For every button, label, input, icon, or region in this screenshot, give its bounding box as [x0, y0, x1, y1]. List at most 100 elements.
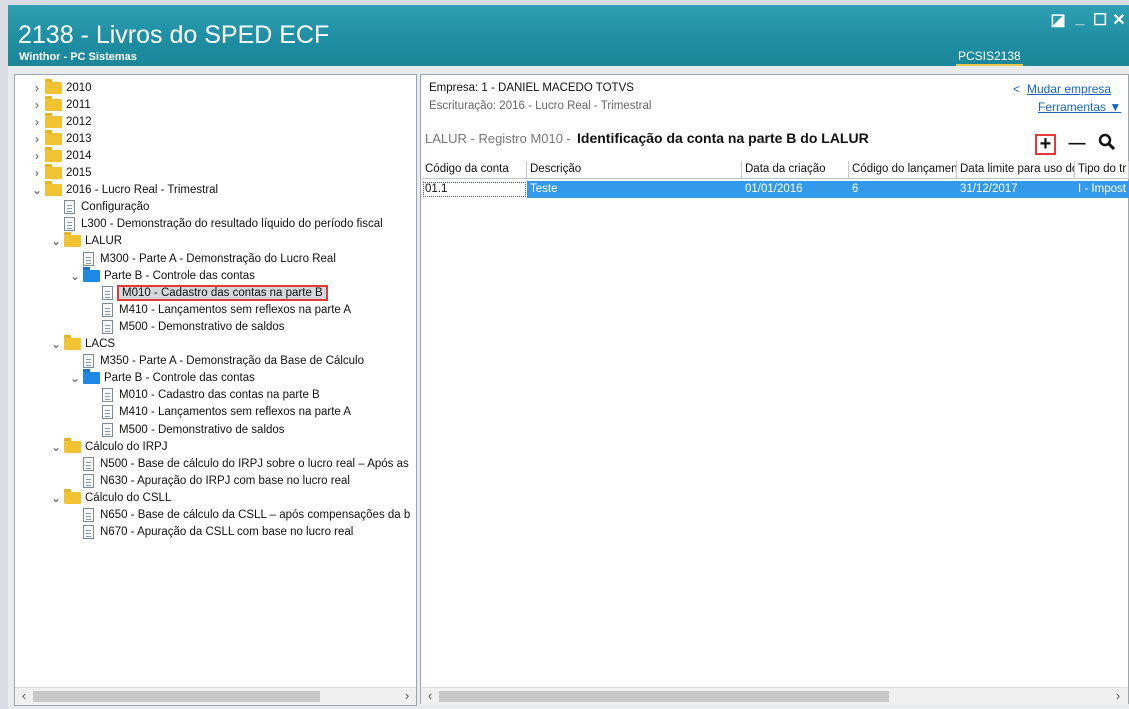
tree-item[interactable]: L300 - Demonstração do resultado líquido…: [50, 216, 383, 233]
column-header[interactable]: Data limite para uso do: [957, 161, 1075, 178]
tree-item[interactable]: N630 - Apuração do IRPJ com base no lucr…: [69, 472, 350, 489]
content-panel: Empresa: 1 - DANIEL MACEDO TOTVS Escritu…: [420, 74, 1129, 705]
tree-item[interactable]: ⌄ LALUR: [50, 232, 122, 250]
document-icon: [64, 200, 75, 215]
tree-item[interactable]: ⌄ Cálculo do IRPJ: [50, 437, 168, 455]
tree-panel: › 2010 › 2011 › 2012 › 2013 › 2014 › 2015 ⌄ 2016 - Lu…: [14, 74, 417, 706]
tree-item[interactable]: ⌄ 2016 - Lucro Real - Trimestral: [31, 181, 218, 199]
tree-item[interactable]: › 2013: [31, 129, 92, 147]
tree-item[interactable]: N670 - Apuração da CSLL com base no lucr…: [69, 524, 353, 541]
tree-item-label: Configuração: [81, 201, 150, 214]
scroll-thumb[interactable]: [439, 691, 889, 702]
tree-item-label: 2011: [66, 98, 91, 111]
mudar-empresa-link[interactable]: Mudar empresa: [1027, 82, 1111, 96]
collapse-icon[interactable]: ⌄: [69, 371, 81, 385]
scroll-left-icon[interactable]: ‹: [423, 688, 437, 703]
tree-item[interactable]: M010 - Cadastro das contas na parte B: [88, 284, 328, 301]
blue-folder-icon: [83, 266, 100, 282]
expand-icon[interactable]: ›: [31, 81, 43, 95]
ferramentas-menu[interactable]: Ferramentas ▼: [1038, 100, 1121, 114]
grid-header: Código da conta Descrição Data da criaçã…: [422, 161, 1129, 179]
table-row[interactable]: 01.1 Teste 01/01/2016 6 31/12/2017 I - I…: [422, 181, 1129, 198]
tree-item[interactable]: Configuração: [50, 199, 149, 216]
expand-icon[interactable]: ›: [31, 115, 43, 129]
tree-item[interactable]: M350 - Parte A - Demonstração da Base de…: [69, 353, 364, 370]
collapse-icon[interactable]: ⌄: [50, 491, 62, 505]
empresa-label: Empresa: 1 - DANIEL MACEDO TOTVS: [429, 82, 634, 94]
folder-icon: [45, 95, 62, 111]
folder-icon: [45, 78, 62, 94]
document-icon: [83, 473, 94, 488]
tree-item-label: M410 - Lançamentos sem reflexos na parte…: [119, 303, 352, 316]
close-button[interactable]: ✕: [1109, 10, 1129, 30]
table-cell[interactable]: 01.1: [422, 181, 527, 198]
column-header[interactable]: Código da conta: [422, 161, 527, 178]
table-cell[interactable]: 01/01/2016: [742, 181, 849, 198]
remove-button[interactable]: —: [1067, 133, 1087, 153]
table-cell[interactable]: I - Impost: [1075, 181, 1129, 198]
tree-item[interactable]: › 2012: [31, 112, 92, 130]
collapse-icon[interactable]: ⌄: [31, 183, 43, 197]
table-cell[interactable]: 6: [849, 181, 957, 198]
section-title: Identificação da conta na parte B do LAL…: [577, 130, 869, 146]
folder-icon: [64, 232, 81, 248]
scroll-left-icon[interactable]: ‹: [17, 688, 31, 703]
collapse-icon[interactable]: ⌄: [50, 337, 62, 351]
tree-item[interactable]: M410 - Lançamentos sem reflexos na parte…: [88, 404, 351, 421]
tree-item[interactable]: › 2015: [31, 164, 92, 182]
back-chevron-icon[interactable]: <: [1013, 82, 1020, 96]
maximize-button[interactable]: ☐: [1090, 10, 1110, 30]
tree-item[interactable]: › 2014: [31, 146, 92, 164]
tree-horizontal-scrollbar[interactable]: ‹ ›: [15, 687, 416, 705]
tree-item[interactable]: M010 - Cadastro das contas na parte B: [88, 387, 320, 404]
collapse-icon[interactable]: ⌄: [50, 440, 62, 454]
folder-icon: [45, 112, 62, 128]
tree-item-label: 2010: [66, 81, 92, 94]
grid-horizontal-scrollbar[interactable]: ‹ ›: [421, 687, 1128, 705]
tree-item[interactable]: ⌄ Cálculo do CSLL: [50, 488, 172, 506]
blue-folder-icon: [83, 369, 100, 385]
tree-item[interactable]: N500 - Base de cálculo do IRPJ sobre o l…: [69, 455, 409, 472]
tree-item[interactable]: ⌄ Parte B - Controle das contas: [69, 369, 255, 387]
tree-item[interactable]: M300 - Parte A - Demonstração do Lucro R…: [69, 250, 336, 267]
document-icon: [83, 354, 94, 369]
collapse-icon[interactable]: ⌄: [69, 269, 81, 283]
tree-item[interactable]: M500 - Demonstrativo de saldos: [88, 318, 285, 335]
tree-item[interactable]: M500 - Demonstrativo de saldos: [88, 421, 285, 438]
column-header[interactable]: Data da criação: [742, 161, 849, 178]
tree-item[interactable]: ⌄ Parte B - Controle das contas: [69, 266, 255, 284]
section-prefix: LALUR - Registro M010 -: [425, 131, 571, 146]
tree-item-label: Cálculo do CSLL: [85, 491, 172, 504]
scroll-right-icon[interactable]: ›: [1111, 688, 1125, 703]
tree-item-label: N670 - Apuração da CSLL com base no lucr…: [100, 526, 354, 539]
tree-item-label: Cálculo do IRPJ: [85, 440, 168, 453]
tree-item[interactable]: N650 - Base de cálculo da CSLL – após co…: [69, 507, 410, 524]
tree-item-label: N650 - Base de cálculo da CSLL – após co…: [100, 509, 411, 521]
tree-item-label: 2014: [66, 149, 92, 162]
minimize-button[interactable]: _: [1070, 10, 1090, 28]
tree-item[interactable]: › 2011: [31, 95, 91, 113]
expand-icon[interactable]: ›: [31, 166, 43, 180]
tree-item-label: M300 - Parte A - Demonstração do Lucro R…: [100, 252, 336, 265]
title-bar: 2138 - Livros do SPED ECF Winthor - PC S…: [8, 5, 1129, 66]
document-icon: [83, 251, 94, 266]
column-header[interactable]: Código do lançamento: [849, 161, 957, 178]
column-header[interactable]: Tipo do tr: [1075, 161, 1129, 178]
tree-item-label: L300 - Demonstração do resultado líquido…: [81, 218, 383, 231]
column-header[interactable]: Descrição: [527, 161, 742, 178]
restore-icon[interactable]: ◪: [1048, 10, 1068, 30]
collapse-icon[interactable]: ⌄: [50, 234, 62, 248]
tree-item[interactable]: › 2010: [31, 78, 92, 96]
tree-item-label: M410 - Lançamentos sem reflexos na parte…: [119, 406, 352, 419]
expand-icon[interactable]: ›: [31, 132, 43, 146]
tree-item[interactable]: M410 - Lançamentos sem reflexos na parte…: [88, 301, 351, 318]
add-button[interactable]: +: [1035, 134, 1056, 155]
tree-item[interactable]: ⌄ LACS: [50, 335, 115, 353]
expand-icon[interactable]: ›: [31, 149, 43, 163]
table-cell[interactable]: 31/12/2017: [957, 181, 1075, 198]
table-cell[interactable]: Teste: [527, 181, 742, 198]
expand-icon[interactable]: ›: [31, 98, 43, 112]
search-button[interactable]: [1095, 133, 1119, 157]
scroll-right-icon[interactable]: ›: [400, 688, 414, 703]
scroll-thumb[interactable]: [33, 691, 320, 702]
